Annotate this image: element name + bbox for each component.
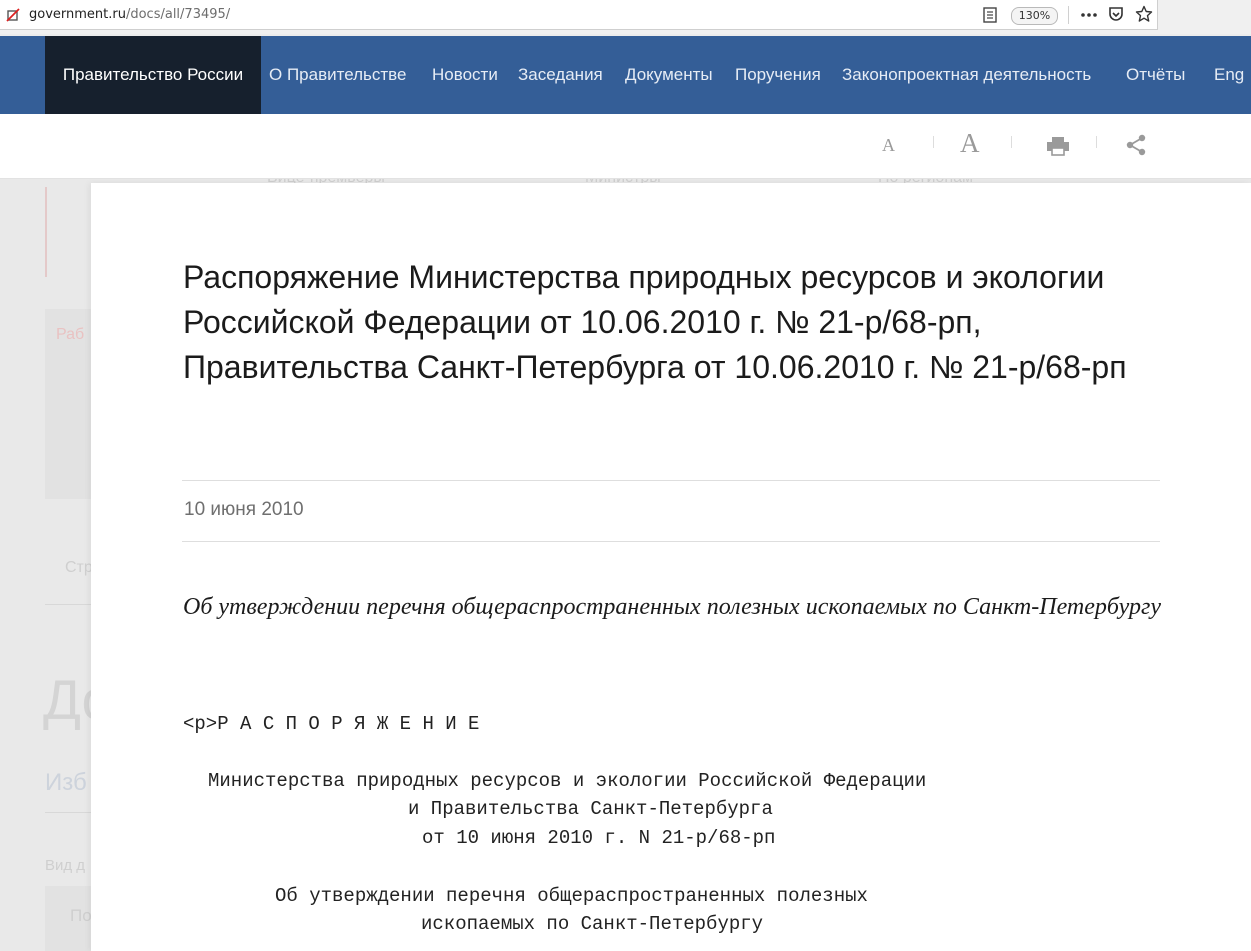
reader-view-icon[interactable] xyxy=(983,7,997,23)
nav-item-documents[interactable]: Документы xyxy=(625,36,713,114)
url-text[interactable]: government.ru/docs/all/73495/ xyxy=(29,7,230,22)
zoom-level-badge[interactable]: 130% xyxy=(1011,7,1058,25)
address-bar[interactable]: government.ru/docs/all/73495/ 130% xyxy=(0,0,1158,30)
document-body-line: от 10 июня 2010 г. N 21-р/68-рп xyxy=(422,827,776,849)
url-path: /docs/all/73495/ xyxy=(125,7,231,22)
bg-fragment: Стр xyxy=(65,559,93,576)
nav-home-link[interactable]: Правительство России xyxy=(45,36,261,114)
document-panel: Распоряжение Министерства природных ресу… xyxy=(91,183,1251,951)
bg-fragment: Раб xyxy=(56,326,85,343)
document-body-line: ископаемых по Санкт-Петербургу xyxy=(421,913,764,935)
nav-item-instructions[interactable]: Поручения xyxy=(735,36,821,114)
document-body-line: Об утверждении перечня общераспространен… xyxy=(275,885,868,907)
document-subtitle: Об утверждении перечня общераспространен… xyxy=(183,594,1161,620)
bg-fragment: По xyxy=(70,906,92,925)
increase-font-button[interactable]: A xyxy=(960,128,980,159)
toolbar-divider xyxy=(1068,6,1069,24)
nav-item-reports[interactable]: Отчёты xyxy=(1126,36,1185,114)
bg-fragment: Вид д xyxy=(45,857,86,874)
document-date: 10 июня 2010 xyxy=(184,499,304,520)
share-icon[interactable] xyxy=(1125,134,1147,156)
decrease-font-button[interactable]: A xyxy=(882,135,895,156)
title-divider xyxy=(182,480,1160,481)
browser-toolbar: government.ru/docs/all/73495/ 130% xyxy=(0,0,1251,34)
toolbar-divider xyxy=(1096,136,1097,148)
document-body-line: <p>Р А С П О Р Я Ж Е Н И Е xyxy=(183,713,480,735)
print-icon[interactable] xyxy=(1046,136,1070,156)
nav-item-legislation[interactable]: Законопроектная деятельность xyxy=(842,36,1091,114)
bookmark-star-icon[interactable] xyxy=(1135,5,1153,23)
document-toolbar: A A xyxy=(0,114,1251,179)
toolbar-divider xyxy=(1011,136,1012,148)
url-host: government.ru xyxy=(29,7,126,22)
nav-item-about[interactable]: О Правительстве xyxy=(269,36,406,114)
nav-item-english[interactable]: Eng xyxy=(1214,36,1244,114)
site-insecure-icon xyxy=(6,8,20,22)
document-body-line: Министерства природных ресурсов и эколог… xyxy=(208,770,927,792)
date-divider xyxy=(182,541,1160,542)
bg-accent-line xyxy=(45,187,47,277)
document-title: Распоряжение Министерства природных ресу… xyxy=(183,259,1127,385)
pocket-icon[interactable] xyxy=(1108,6,1124,23)
document-body-line: и Правительства Санкт-Петербурга xyxy=(408,798,773,820)
nav-item-meetings[interactable]: Заседания xyxy=(518,36,603,114)
main-navigation: Правительство России О Правительстве Нов… xyxy=(0,36,1251,114)
bg-fragment: Изб xyxy=(45,769,87,796)
page-actions-more-icon[interactable] xyxy=(1080,8,1098,22)
nav-item-news[interactable]: Новости xyxy=(432,36,498,114)
toolbar-divider xyxy=(933,136,934,148)
